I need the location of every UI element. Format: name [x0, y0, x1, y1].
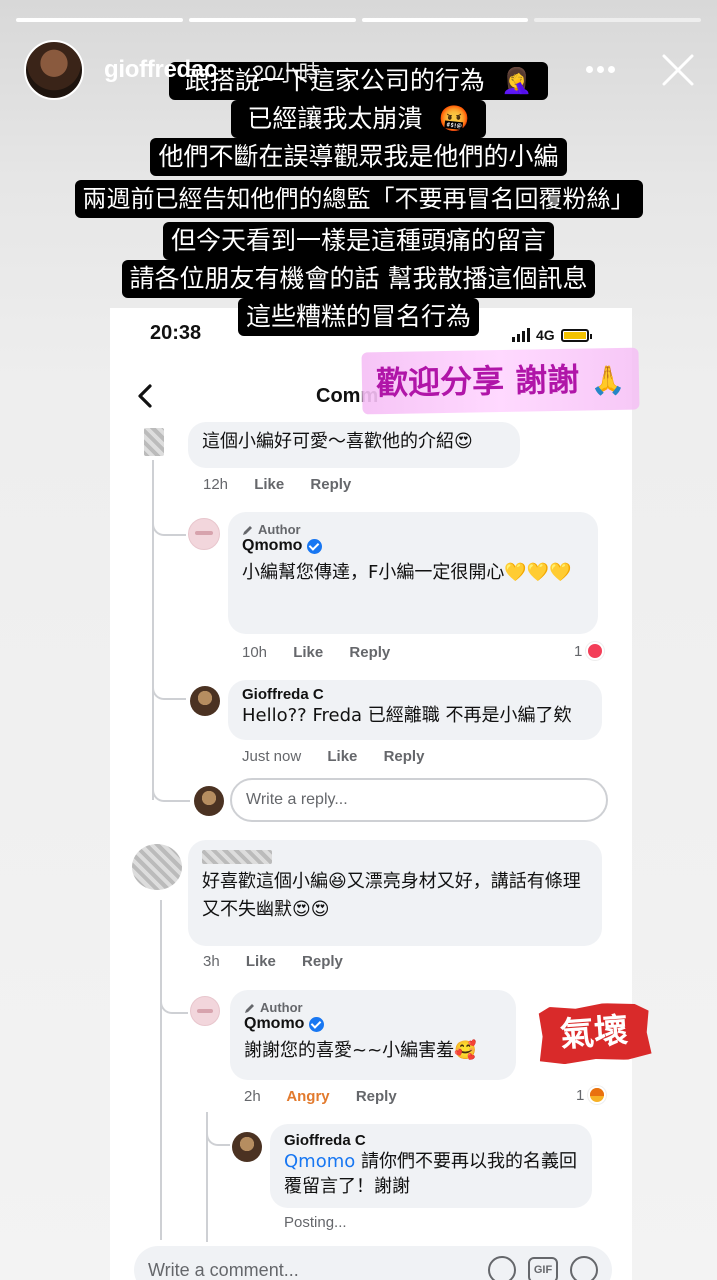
gioffreda-avatar[interactable] [190, 686, 220, 716]
progress-segment [16, 18, 183, 22]
caption-line: 請各位朋友有機會的話 幫我散播這個訊息 [0, 260, 717, 298]
reply-bubble: Author Qmomo 小編幫您傳達，F小編一定很開心💛💛💛 [228, 512, 598, 634]
reply-bubble: Gioffreda C Hello?? Freda 已經離職 不再是小編了欸 [228, 680, 602, 740]
caption-line: 兩週前已經告知他們的總監「不要再冒名回覆粉絲」 [0, 180, 717, 218]
reply-link[interactable]: Reply [356, 1088, 397, 1105]
reply-link[interactable]: Reply [384, 748, 425, 765]
more-options-icon[interactable] [584, 52, 624, 88]
comment-composer: Write a comment... GIF [134, 1246, 612, 1280]
reply-bubble: Author Qmomo 謝謝您的喜愛~~小編害羞🥰 [230, 990, 516, 1080]
progress-segment [361, 18, 529, 22]
progress-segment [534, 18, 701, 22]
reply-author-name[interactable]: Gioffreda C [284, 1132, 578, 1149]
comment-text: 這個小編好可愛～喜歡他的介紹😍 [202, 431, 473, 452]
comment-actions: 12h Like Reply [203, 476, 373, 493]
commenter-avatar[interactable] [144, 428, 164, 456]
caption-line: 已經讓我太崩潰 🤬 [0, 100, 717, 138]
story-author-avatar[interactable] [24, 40, 84, 100]
author-tag: Author [244, 1000, 502, 1015]
reply-input[interactable]: Write a reply... [230, 778, 608, 822]
reply-link[interactable]: Reply [349, 644, 390, 661]
reply-actions: Just now Like Reply [242, 748, 446, 765]
qmomo-avatar[interactable] [188, 518, 220, 550]
reply-link[interactable]: Reply [310, 476, 351, 493]
story-timestamp: 20小時 [252, 61, 321, 86]
reply-link[interactable]: Reply [302, 953, 343, 970]
thread-connector [206, 1112, 230, 1146]
reply-text: Hello?? Freda 已經離職 不再是小編了欸 [242, 705, 572, 726]
share-sticker: 歡迎分享 謝謝 🙏 [361, 347, 640, 415]
qmomo-avatar[interactable] [190, 996, 220, 1026]
like-link[interactable]: Like [327, 748, 357, 765]
author-tag: Author [242, 522, 584, 537]
pray-emoji-icon: 🙏 [590, 363, 626, 398]
reply-time: 2h [244, 1088, 261, 1105]
comment-time: 12h [203, 476, 229, 493]
thread-connector [152, 496, 186, 536]
reply-text: 小編幫您傳達，F小編一定很開心💛💛💛 [242, 562, 572, 583]
reply-actions: 10h Like Reply [242, 644, 412, 661]
facepalm-emoji-icon: 🤦‍♀️ [492, 62, 541, 100]
sticker-icon[interactable] [488, 1256, 516, 1280]
reply-author-name[interactable]: Qmomo [242, 537, 584, 555]
caption-line: 這些糟糕的冒名行為 [0, 298, 717, 336]
angry-reaction-link[interactable]: Angry [286, 1088, 329, 1105]
reaction-count[interactable]: 1 [574, 642, 605, 660]
reaction-count[interactable]: 1 [576, 1086, 607, 1104]
like-link[interactable]: Like [246, 953, 276, 970]
close-icon[interactable] [660, 52, 696, 88]
story-screen: 20:38 4G Comm 歡迎分享 謝謝 🙏 這個小編好可愛～喜歡他的介紹😍 … [0, 0, 717, 1280]
comment-input[interactable]: Write a comment... [148, 1260, 476, 1280]
like-link[interactable]: Like [254, 476, 284, 493]
progress-segment [188, 18, 356, 22]
gif-button[interactable]: GIF [528, 1257, 558, 1280]
story-author-username[interactable]: gioffredac [104, 56, 217, 84]
heart-reaction-icon [586, 642, 605, 660]
thread-connector [160, 974, 188, 1014]
thread-connector [152, 670, 186, 700]
comment-actions: 3h Like Reply [203, 953, 365, 970]
comment-time: 3h [203, 953, 220, 970]
reply-text: 謝謝您的喜愛~~小編害羞🥰 [244, 1040, 477, 1061]
caption-line: 他們不斷在誤導觀眾我是他們的小編 [0, 138, 717, 176]
angry-face-emoji-icon: 🤬 [430, 100, 478, 138]
share-sticker-text: 歡迎分享 謝謝 [375, 360, 580, 403]
my-avatar [194, 786, 224, 816]
reply-bubble: Gioffreda C Qmomo 請你們不要再以我的名義回覆留言了！謝謝 [270, 1124, 592, 1208]
thread-connector [152, 772, 190, 802]
reply-actions: 2h Angry Reply [244, 1088, 419, 1105]
like-link[interactable]: Like [293, 644, 323, 661]
reply-time: 10h [242, 644, 268, 661]
angry-reaction-icon [588, 1086, 607, 1104]
gioffreda-avatar[interactable] [232, 1132, 262, 1162]
reply-author-name[interactable]: Gioffreda C [242, 686, 588, 703]
verified-badge-icon [309, 1016, 325, 1032]
reply-author-name[interactable]: Qmomo [244, 1015, 502, 1033]
caption-line: 但今天看到一樣是這種頭痛的留言 [0, 222, 717, 260]
reply-time: Just now [242, 748, 302, 765]
comment-bubble: 這個小編好可愛～喜歡他的介紹😍 [188, 422, 520, 468]
story-progress-bar [16, 18, 701, 22]
commenter-avatar[interactable] [132, 844, 182, 890]
blurred-commenter-name [202, 850, 272, 864]
emoji-icon[interactable] [570, 1256, 598, 1280]
pencil-icon [245, 1003, 254, 1013]
mention-link[interactable]: Qmomo [284, 1151, 355, 1172]
thread-line [160, 900, 162, 1240]
reply-text: Qmomo 請你們不要再以我的名義回覆留言了！謝謝 [284, 1151, 577, 1197]
angry-sticker: 氣壞 [536, 1000, 652, 1066]
posting-status: Posting... [284, 1214, 347, 1231]
pencil-icon [243, 525, 252, 535]
comment-bubble: 好喜歡這個小編😆又漂亮身材又好，講話有條理又不失幽默😍😍 [188, 840, 602, 946]
comment-text: 好喜歡這個小編😆又漂亮身材又好，講話有條理又不失幽默😍😍 [202, 871, 581, 920]
verified-badge-icon [307, 538, 323, 554]
back-arrow-icon[interactable] [132, 380, 158, 412]
